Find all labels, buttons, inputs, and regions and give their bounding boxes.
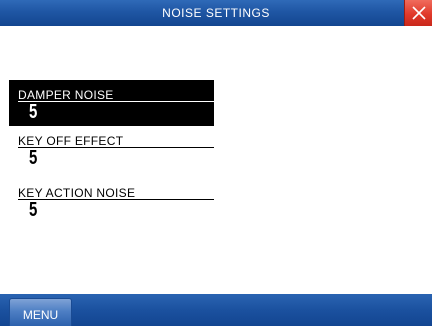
close-button[interactable]: [404, 0, 432, 26]
window-title: NOISE SETTINGS: [162, 6, 270, 20]
param-label: KEY ACTION NOISE: [18, 186, 136, 200]
param-value: 5: [29, 199, 38, 221]
param-damper-noise[interactable]: DAMPER NOISE 5: [9, 80, 214, 126]
noise-settings-screen: NOISE SETTINGS DAMPER NOISE 5 KEY OFF EF…: [0, 0, 432, 326]
param-value: 5: [29, 147, 38, 169]
title-bar: NOISE SETTINGS: [0, 0, 432, 26]
close-x-icon: [412, 6, 426, 20]
param-key-off-effect[interactable]: KEY OFF EFFECT 5: [9, 126, 214, 172]
bottom-bar: MENU: [0, 294, 432, 326]
param-key-action-noise[interactable]: KEY ACTION NOISE 5: [9, 178, 214, 224]
param-label: KEY OFF EFFECT: [18, 134, 124, 148]
param-value: 5: [29, 101, 38, 123]
menu-button[interactable]: MENU: [9, 298, 72, 326]
param-underline: [18, 101, 214, 102]
param-underline: [18, 147, 214, 148]
param-label: DAMPER NOISE: [18, 88, 114, 102]
param-underline: [18, 199, 214, 200]
